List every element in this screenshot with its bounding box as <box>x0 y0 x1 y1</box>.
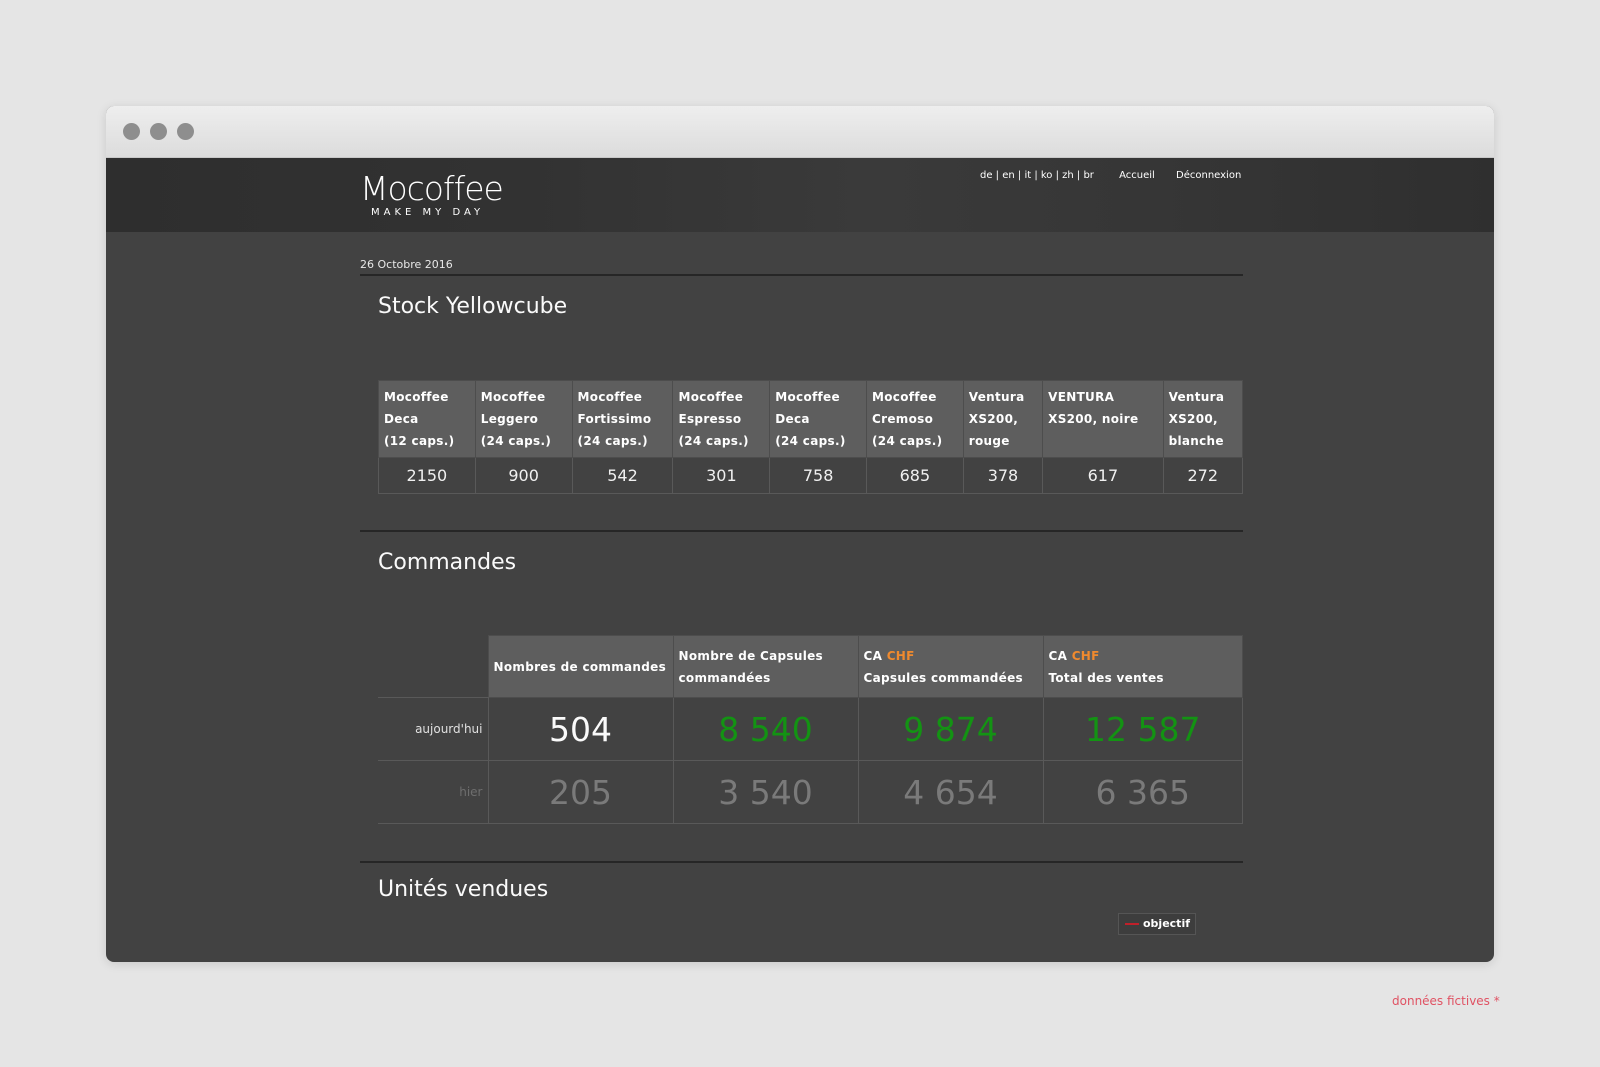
stock-header-product: Ventura XS200, rouge <box>962 380 1044 458</box>
stock-header-product: Mocoffee Espresso (24 caps.) <box>672 380 771 458</box>
yesterday-ca-capsules: 4 654 <box>857 760 1044 824</box>
today-ca-capsules: 9 874 <box>857 697 1044 761</box>
stock-value: 685 <box>866 457 964 494</box>
yesterday-ca-total: 6 365 <box>1042 760 1243 824</box>
site-header: Mocoffee MAKE MY DAY de | en | it | ko |… <box>106 158 1494 232</box>
stock-value: 272 <box>1162 457 1244 494</box>
stock-header-product: Mocoffee Deca (24 caps.) <box>769 380 868 458</box>
mocoffee-logo[interactable]: Mocoffee MAKE MY DAY <box>360 169 504 219</box>
yesterday-capsules: 3 540 <box>672 760 859 824</box>
browser-window: Mocoffee MAKE MY DAY de | en | it | ko |… <box>106 106 1494 962</box>
legend-label: objectif <box>1143 917 1190 930</box>
stock-section-title: Stock Yellowcube <box>378 294 568 319</box>
orders-corner-cell <box>378 635 488 698</box>
section-divider <box>360 861 1243 863</box>
stock-header-product: Mocoffee Leggero (24 caps.) <box>474 380 573 458</box>
close-window-button[interactable] <box>123 123 140 140</box>
section-divider <box>360 274 1243 276</box>
orders-row-yesterday: hier 205 3 540 4 654 6 365 <box>378 760 1243 824</box>
orders-header-count: Nombres de commandes <box>487 635 674 698</box>
chart-legend[interactable]: objectif <box>1118 913 1196 935</box>
stock-header-product: Mocoffee Fortissimo (24 caps.) <box>571 380 674 458</box>
logout-link[interactable]: Déconnexion <box>1176 170 1241 181</box>
row-label-today: aujourd'hui <box>378 697 489 761</box>
orders-section-title: Commandes <box>378 550 517 575</box>
logo-wordmark: Mocoffee <box>360 169 504 208</box>
language-switcher[interactable]: de | en | it | ko | zh | br <box>980 170 1094 181</box>
today-ca-total: 12 587 <box>1042 697 1243 761</box>
stock-value: 758 <box>769 457 868 494</box>
top-navigation: de | en | it | ko | zh | br Accueil Déco… <box>980 170 1241 181</box>
home-link[interactable]: Accueil <box>1119 170 1155 181</box>
stock-header-product: Mocoffee Deca (12 caps.) <box>378 380 476 458</box>
section-divider <box>360 530 1243 532</box>
stock-header-product: Ventura XS200, blanche <box>1162 380 1244 458</box>
current-date: 26 Octobre 2016 <box>360 258 453 271</box>
stock-header-product: Mocoffee Cremoso (24 caps.) <box>866 380 964 458</box>
orders-header-ca-capsules: CA CHF Capsules commandées <box>857 635 1044 698</box>
stock-value: 617 <box>1042 457 1164 494</box>
currency-label: CHF <box>1071 648 1100 663</box>
row-label-yesterday: hier <box>378 760 489 824</box>
stock-value: 542 <box>571 457 674 494</box>
objective-line-swatch <box>1125 923 1139 925</box>
stock-value: 301 <box>672 457 771 494</box>
orders-header-capsules: Nombre de Capsules commandées <box>672 635 859 698</box>
currency-label: CHF <box>886 648 915 663</box>
orders-header-ca-total: CA CHF Total des ventes <box>1042 635 1243 698</box>
orders-row-today: aujourd'hui 504 8 540 9 874 12 587 <box>378 697 1243 761</box>
stock-value: 900 <box>474 457 573 494</box>
fictive-data-note: données fictives * <box>1392 994 1500 1008</box>
orders-table: Nombres de commandes Nombre de Capsules c… <box>378 635 1243 824</box>
stock-value: 378 <box>962 457 1044 494</box>
stock-value: 2150 <box>378 457 476 494</box>
today-orders-count: 504 <box>487 697 674 761</box>
stock-table: Mocoffee Deca (12 caps.) Mocoffee Leggero (24… <box>378 380 1244 494</box>
window-titlebar <box>106 106 1494 158</box>
minimize-window-button[interactable] <box>150 123 167 140</box>
today-capsules: 8 540 <box>672 697 859 761</box>
stock-header-product: VENTURA XS200, noire <box>1042 380 1164 458</box>
maximize-window-button[interactable] <box>177 123 194 140</box>
units-section-title: Unités vendues <box>378 877 549 902</box>
yesterday-orders-count: 205 <box>487 760 674 824</box>
logo-tagline: MAKE MY DAY <box>371 207 485 218</box>
